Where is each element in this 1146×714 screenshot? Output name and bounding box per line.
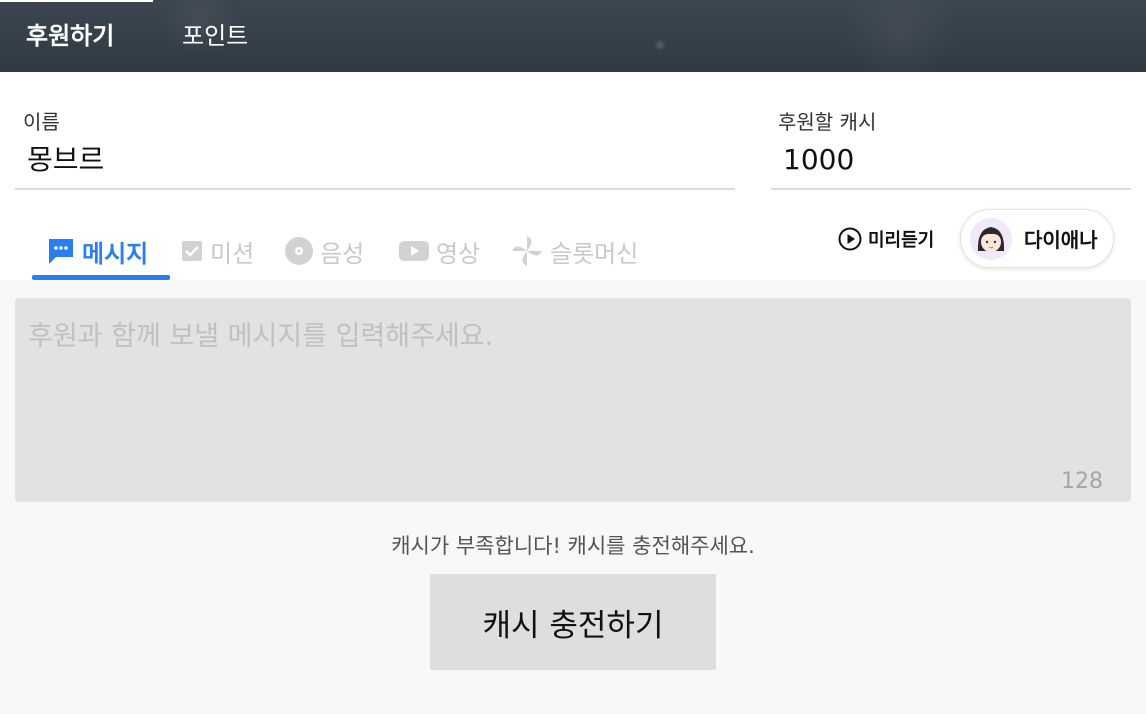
header-tab-points[interactable]: 포인트	[182, 20, 248, 52]
insufficient-cash-notice: 캐시가 부족합니다! 캐시를 충전해주세요.	[391, 534, 755, 558]
charge-cash-button[interactable]: 캐시 충전하기	[430, 574, 716, 670]
message-textarea[interactable]: 후원과 함께 보낼 메시지를 입력해주세요. 128	[15, 298, 1131, 502]
tab-voice-label: 음성	[320, 239, 365, 268]
name-input[interactable]: 몽브르	[15, 140, 735, 180]
preview-label: 미리듣기	[868, 230, 935, 251]
tab-slot-machine[interactable]: 슬롯머신	[510, 222, 638, 280]
play-video-icon	[398, 239, 430, 263]
voice-avatar	[970, 217, 1012, 260]
tab-video[interactable]: 영상	[398, 222, 480, 280]
message-placeholder: 후원과 함께 보낼 메시지를 입력해주세요.	[28, 321, 494, 352]
tab-message[interactable]: 메시지	[32, 222, 170, 280]
preview-button[interactable]: 미리듣기	[838, 226, 934, 252]
voice-name: 다이애나	[1024, 228, 1098, 252]
voice-selector[interactable]: 다이애나	[960, 209, 1114, 268]
cash-label: 후원할 캐시	[778, 110, 877, 134]
chat-bubble-icon	[46, 236, 76, 266]
header-active-indicator	[0, 0, 153, 2]
tab-mission-label: 미션	[210, 239, 255, 268]
name-field[interactable]: 이름 몽브르	[15, 108, 735, 190]
tab-video-label: 영상	[436, 239, 481, 268]
tab-voice[interactable]: 음성	[284, 222, 364, 280]
pinwheel-icon	[510, 234, 544, 268]
cash-input[interactable]: 1000	[771, 140, 1131, 180]
record-disc-icon	[284, 236, 314, 266]
char-counter: 128	[1061, 469, 1103, 494]
cash-field[interactable]: 후원할 캐시 1000	[771, 108, 1131, 190]
tab-message-label: 메시지	[82, 239, 149, 268]
top-header: 후원하기 포인트	[0, 0, 1146, 72]
cash-underline	[771, 188, 1131, 190]
header-tab-donate[interactable]: 후원하기	[26, 20, 114, 52]
play-circle-icon	[838, 227, 862, 251]
name-underline	[15, 188, 735, 190]
girl-face-icon	[977, 226, 1005, 252]
name-label: 이름	[23, 110, 60, 134]
tab-active-bar	[32, 275, 170, 280]
checkbox-icon	[180, 239, 204, 263]
tab-mission[interactable]: 미션	[180, 222, 254, 280]
tab-slot-machine-label: 슬롯머신	[550, 239, 639, 268]
